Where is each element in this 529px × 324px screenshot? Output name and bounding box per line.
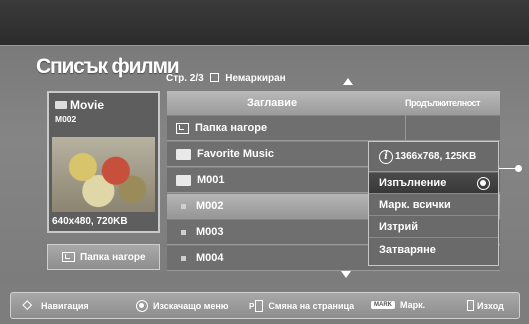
page-info: Стр. 2/3 Немаркиран bbox=[166, 72, 286, 84]
menu-item-mark-all[interactable]: Марк. всички bbox=[369, 195, 498, 216]
info-icon: i bbox=[379, 149, 393, 164]
top-bar bbox=[0, 0, 529, 46]
menu-item-close[interactable]: Затваряне bbox=[369, 239, 498, 260]
exit-key-icon bbox=[467, 300, 474, 311]
mark-filter-label: Немаркиран bbox=[225, 73, 286, 84]
page-title: Списък филми bbox=[36, 55, 180, 78]
menu-item-label: Изтрий bbox=[379, 221, 419, 233]
scroll-down-arrow-icon[interactable] bbox=[341, 271, 351, 278]
list-item-label: M002 bbox=[196, 200, 224, 212]
footer-popup-menu: Изскачащо меню bbox=[136, 300, 229, 312]
list-item-label: M003 bbox=[196, 226, 224, 238]
list-item-label: Favorite Music bbox=[197, 148, 275, 160]
menu-item-label: Марк. всички bbox=[379, 199, 451, 211]
folder-up-icon bbox=[176, 122, 189, 134]
popup-menu: i 1366x768, 125KB Изпълнение Марк. всичк… bbox=[368, 141, 499, 266]
menu-item-label: Затваряне bbox=[379, 243, 436, 256]
popup-info: i 1366x768, 125KB bbox=[369, 142, 498, 172]
footer-navigation-label: Навигация bbox=[41, 301, 89, 311]
footer-exit: Изход bbox=[467, 300, 504, 311]
preview-title-text: Movie bbox=[70, 98, 105, 112]
list-item-folder-up[interactable]: Папка нагоре bbox=[167, 116, 500, 141]
column-header-duration[interactable]: Продължителност bbox=[405, 98, 481, 108]
folder-up-label: Папка нагоре bbox=[80, 251, 146, 263]
preview-resolution: 640x480, 720KB bbox=[52, 216, 128, 227]
menu-item-delete[interactable]: Изтрий bbox=[369, 217, 498, 238]
folder-up-icon bbox=[62, 252, 75, 262]
preview-thumbnail bbox=[52, 137, 155, 212]
list-item-label: M004 bbox=[196, 252, 224, 264]
popup-connector-dot-icon bbox=[515, 165, 522, 172]
column-header-title[interactable]: Заглавие bbox=[247, 97, 297, 109]
preview-panel: Movie M002 640x480, 720KB bbox=[47, 91, 160, 233]
file-icon bbox=[181, 203, 186, 209]
ok-button-icon bbox=[136, 300, 148, 312]
file-icon bbox=[181, 229, 186, 235]
menu-item-label: Изпълнение bbox=[379, 177, 447, 189]
list-header: Заглавие Продължителност bbox=[167, 91, 500, 115]
file-icon bbox=[181, 255, 186, 261]
mark-checkbox-icon bbox=[210, 73, 220, 82]
page-indicator: Стр. 2/3 bbox=[166, 73, 204, 84]
scroll-up-arrow-icon[interactable] bbox=[343, 78, 353, 85]
footer-page-label: Смяна на страница bbox=[268, 301, 355, 311]
radio-selected-icon bbox=[477, 177, 490, 190]
column-divider bbox=[405, 115, 406, 141]
list-item-label: M001 bbox=[197, 174, 225, 186]
folder-icon bbox=[176, 148, 191, 160]
footer-popup-label: Изскачащо меню bbox=[153, 301, 229, 311]
footer-page-change: P Смяна на страница bbox=[249, 300, 354, 312]
folder-icon bbox=[55, 101, 67, 109]
preview-subtitle: M002 bbox=[55, 114, 77, 124]
page-rocker-icon bbox=[255, 300, 264, 312]
navigation-arrows-icon bbox=[23, 298, 35, 312]
page-key-label: P bbox=[249, 301, 255, 311]
footer-mark-label: Марк. bbox=[400, 300, 426, 310]
mark-key-icon: MARK bbox=[371, 301, 395, 309]
folder-icon bbox=[176, 174, 191, 186]
popup-info-text: 1366x768, 125KB bbox=[395, 151, 477, 162]
preview-title: Movie bbox=[55, 98, 104, 112]
footer-exit-label: Изход bbox=[477, 300, 504, 311]
list-item-label: Папка нагоре bbox=[195, 122, 268, 134]
footer-mark: MARK Марк. bbox=[371, 300, 425, 310]
page-key-icon: P bbox=[249, 300, 264, 312]
menu-item-play[interactable]: Изпълнение bbox=[369, 173, 498, 194]
folder-up-button[interactable]: Папка нагоре bbox=[47, 244, 160, 270]
footer-navigation: Навигация bbox=[23, 298, 89, 312]
footer-help-bar: Навигация Изскачащо меню P Смяна на стра… bbox=[10, 292, 520, 319]
